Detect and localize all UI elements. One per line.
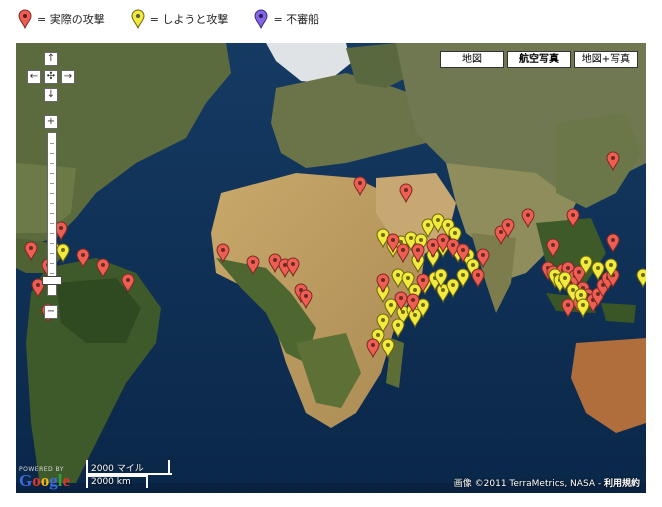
red-pin-marker[interactable] xyxy=(121,273,135,293)
red-pin-marker[interactable] xyxy=(286,257,300,277)
red-pin-marker[interactable] xyxy=(299,289,313,309)
map-attribution: 画像 ©2011 TerraMetrics, NASA - 利用規約 xyxy=(454,476,640,489)
red-pin-marker[interactable] xyxy=(501,218,515,238)
pan-up-button[interactable]: ↑ xyxy=(44,52,58,66)
yellow-pin-marker[interactable] xyxy=(591,261,605,281)
red-pin-marker[interactable] xyxy=(399,183,413,203)
map-type-satellite-button[interactable]: 航空写真 xyxy=(507,51,571,68)
red-pin-marker[interactable] xyxy=(396,243,410,263)
legend-item-actual-attack: = 実際の攻撃 xyxy=(18,9,105,29)
red-pin-marker[interactable] xyxy=(606,151,620,171)
google-wordmark: Google xyxy=(19,471,71,490)
zoom-slider-track[interactable] xyxy=(47,132,57,296)
yellow-pin-marker[interactable] xyxy=(434,268,448,288)
legend-label: = しようと攻撃 xyxy=(149,13,229,26)
red-pin-marker[interactable] xyxy=(366,338,380,358)
red-pin-marker[interactable] xyxy=(471,268,485,288)
red-pin-marker[interactable] xyxy=(546,238,560,258)
red-pin-marker[interactable] xyxy=(416,273,430,293)
legend-item-attempted-attack: = しようと攻撃 xyxy=(131,9,229,29)
legend-item-suspicious-vessel: = 不審船 xyxy=(254,9,319,29)
map-scale: 2000 マイル 2000 km xyxy=(86,460,172,488)
yellow-pin-marker[interactable] xyxy=(576,298,590,318)
zoom-slider-handle[interactable] xyxy=(42,276,62,285)
red-pin-icon xyxy=(18,9,32,29)
yellow-pin-icon xyxy=(131,9,145,29)
pan-center-button[interactable]: ✣ xyxy=(44,70,58,84)
red-pin-marker[interactable] xyxy=(456,243,470,263)
scale-metric-label: 2000 km xyxy=(91,477,131,487)
red-pin-marker[interactable] xyxy=(76,248,90,268)
red-pin-marker[interactable] xyxy=(24,241,38,261)
yellow-pin-marker[interactable] xyxy=(56,243,70,263)
red-pin-marker[interactable] xyxy=(376,273,390,293)
zoom-in-button[interactable]: + xyxy=(44,115,58,129)
yellow-pin-marker[interactable] xyxy=(391,318,405,338)
red-pin-marker[interactable] xyxy=(566,208,580,228)
pan-down-button[interactable]: ↓ xyxy=(44,88,58,102)
map-type-hybrid-button[interactable]: 地図+写真 xyxy=(574,51,638,68)
legend-label: = 実際の攻撃 xyxy=(37,13,105,26)
scale-imperial-label: 2000 マイル xyxy=(91,464,144,474)
red-pin-marker[interactable] xyxy=(246,255,260,275)
red-pin-marker[interactable] xyxy=(606,233,620,253)
map-type-map-button[interactable]: 地図 xyxy=(440,51,504,68)
google-logo[interactable]: POWERED BY Google xyxy=(19,466,70,489)
red-pin-marker[interactable] xyxy=(96,258,110,278)
legend-label: = 不審船 xyxy=(273,13,320,26)
red-pin-marker[interactable] xyxy=(216,243,230,263)
satellite-map[interactable]: 地図 航空写真 地図+写真 ↑ ← ✣ → ↓ + − POWERED BY G… xyxy=(16,43,646,493)
red-pin-marker[interactable] xyxy=(476,248,490,268)
map-type-control: 地図 航空写真 地図+写真 xyxy=(440,51,638,68)
red-pin-marker[interactable] xyxy=(353,176,367,196)
yellow-pin-marker[interactable] xyxy=(604,258,618,278)
zoom-out-button[interactable]: − xyxy=(44,305,58,319)
pan-left-button[interactable]: ← xyxy=(27,70,41,84)
map-legend: = 実際の攻撃 = しようと攻撃 = 不審船 xyxy=(18,6,319,32)
red-pin-marker[interactable] xyxy=(406,293,420,313)
red-pin-marker[interactable] xyxy=(521,208,535,228)
yellow-pin-marker[interactable] xyxy=(381,338,395,358)
pan-right-button[interactable]: → xyxy=(61,70,75,84)
pin-layer xyxy=(16,43,646,493)
red-pin-marker[interactable] xyxy=(411,243,425,263)
terms-of-use-link[interactable]: 利用規約 xyxy=(604,479,640,489)
yellow-pin-marker[interactable] xyxy=(636,268,646,288)
purple-pin-icon xyxy=(254,9,268,29)
attribution-text: 画像 ©2011 TerraMetrics, NASA - xyxy=(453,479,602,489)
